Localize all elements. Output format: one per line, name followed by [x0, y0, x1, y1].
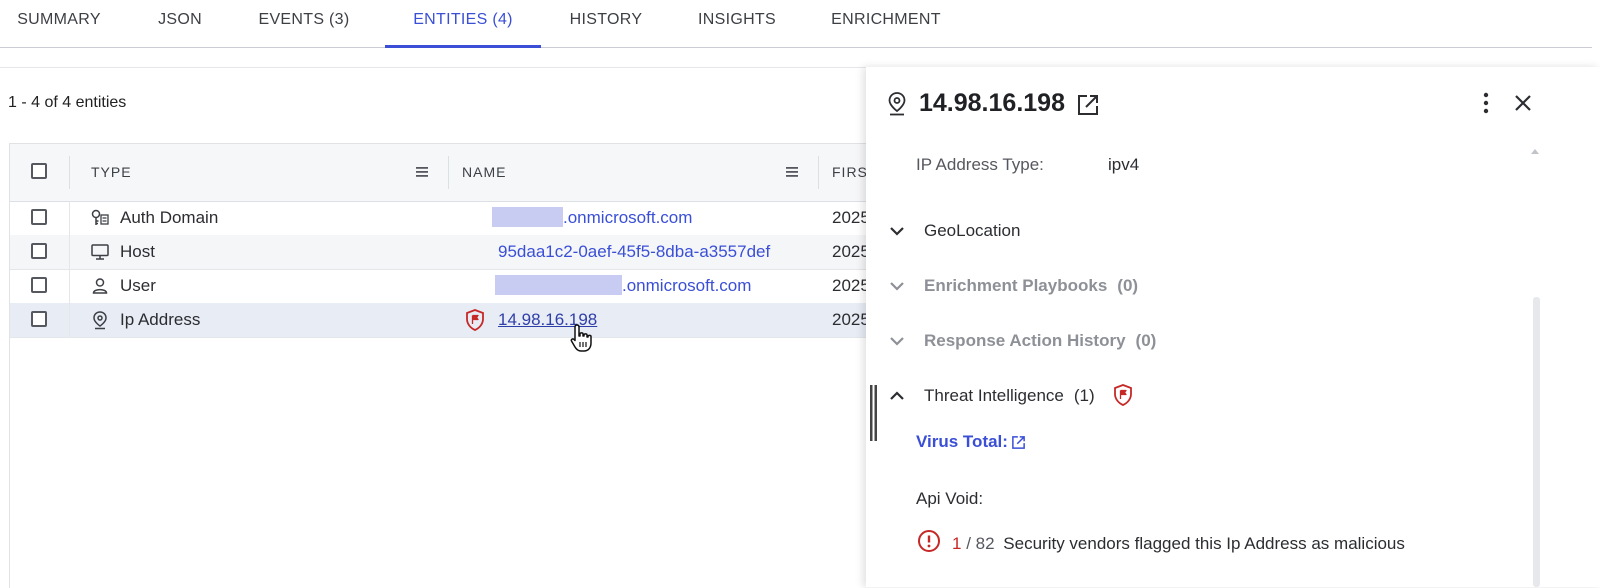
tab-history[interactable]: HISTORY: [569, 0, 643, 46]
column-divider: [69, 201, 70, 337]
table-row[interactable]: Ip Address 14.98.16.198 2025: [10, 303, 881, 352]
location-pin-icon: [888, 92, 906, 116]
column-menu-icon[interactable]: [415, 165, 429, 179]
flag-total: / 82: [966, 534, 995, 553]
table-row[interactable]: User .onmicrosoft.com 2025: [10, 269, 881, 304]
threat-shield-icon: [1114, 384, 1132, 406]
section-label: Enrichment Playbooks (0): [924, 276, 1139, 295]
chevron-down-icon: [890, 227, 904, 236]
more-options-icon[interactable]: [1476, 91, 1496, 115]
tab-bar: SUMMARY JSON EVENTS (3) ENTITIES (4) HIS…: [0, 0, 1592, 48]
vendor-flag-result: 1 / 82 Security vendors flagged this Ip …: [952, 534, 1405, 554]
resize-handle[interactable]: [870, 385, 877, 441]
tab-entities[interactable]: ENTITIES (4): [385, 0, 541, 48]
open-external-icon[interactable]: [1011, 435, 1026, 450]
entity-detail-panel: 14.98.16.198 IP Address Type: ipv4 GeoLo…: [866, 67, 1600, 587]
entities-table: TYPE NAME FIRST Auth Domain .onmicrosoft…: [9, 143, 881, 588]
table-row[interactable]: Auth Domain .onmicrosoft.com 2025: [10, 201, 881, 236]
auth-domain-icon: [91, 209, 109, 225]
virus-total-link[interactable]: Virus Total:: [916, 432, 1008, 452]
entity-name-link[interactable]: .onmicrosoft.com: [495, 269, 751, 303]
column-header-type[interactable]: TYPE: [91, 144, 132, 201]
divider: [0, 67, 880, 68]
entity-type-label: User: [120, 276, 156, 295]
panel-title: 14.98.16.198: [919, 89, 1065, 117]
section-response-action-history[interactable]: Response Action History (0): [866, 326, 1546, 356]
entity-type-label: Host: [120, 242, 155, 261]
row-checkbox[interactable]: [31, 209, 47, 225]
select-all-checkbox[interactable]: [31, 163, 47, 179]
pointer-cursor-icon: [570, 324, 592, 352]
entity-type-label: Ip Address: [120, 310, 201, 329]
user-icon: [92, 278, 108, 294]
redacted-text: [495, 275, 622, 296]
close-icon[interactable]: [1512, 92, 1534, 114]
alert-circle-icon: [918, 530, 940, 552]
flag-message: Security vendors flagged this Ip Address…: [1003, 534, 1405, 553]
chevron-down-icon: [890, 337, 904, 346]
tab-enrichment[interactable]: ENRICHMENT: [831, 0, 941, 46]
scroll-up-arrow-icon[interactable]: [1530, 147, 1540, 155]
entity-first-seen: 2025: [832, 242, 870, 261]
entity-name-link[interactable]: 95daa1c2-0aef-45f5-8dba-a3557def: [498, 235, 770, 269]
open-external-icon[interactable]: [1076, 93, 1100, 117]
api-void-label: Api Void:: [916, 489, 984, 508]
chevron-up-icon: [890, 391, 904, 400]
entity-first-seen: 2025: [832, 208, 870, 227]
section-geolocation[interactable]: GeoLocation: [866, 216, 1546, 246]
section-label: Threat Intelligence (1): [924, 386, 1095, 405]
column-divider: [69, 156, 70, 189]
ip-type-value: ipv4: [1108, 155, 1140, 174]
section-label: Response Action History (0): [924, 331, 1157, 350]
column-divider: [818, 156, 819, 189]
entity-type-label: Auth Domain: [120, 208, 219, 227]
tab-summary[interactable]: SUMMARY: [17, 0, 101, 46]
row-checkbox[interactable]: [31, 277, 47, 293]
column-divider: [448, 156, 449, 189]
entity-count: 1 - 4 of 4 entities: [8, 94, 127, 111]
column-header-name[interactable]: NAME: [462, 144, 506, 201]
section-label: GeoLocation: [924, 221, 1021, 240]
row-checkbox[interactable]: [31, 243, 47, 259]
row-checkbox[interactable]: [31, 311, 47, 327]
ip-type-label: IP Address Type:: [916, 155, 1044, 174]
scrollbar[interactable]: [1533, 297, 1540, 587]
entity-name-link[interactable]: .onmicrosoft.com: [492, 201, 692, 235]
redacted-text: [492, 207, 563, 228]
section-enrichment-playbooks[interactable]: Enrichment Playbooks (0): [866, 271, 1546, 301]
column-menu-icon[interactable]: [785, 165, 799, 179]
table-row[interactable]: Host 95daa1c2-0aef-45f5-8dba-a3557def 20…: [10, 235, 881, 270]
tab-json[interactable]: JSON: [157, 0, 203, 46]
entity-first-seen: 2025: [832, 276, 870, 295]
flag-count: 1: [952, 534, 962, 553]
table-header: TYPE NAME FIRST: [10, 144, 881, 202]
chevron-down-icon: [890, 282, 904, 291]
location-pin-icon: [93, 311, 107, 330]
threat-shield-icon: [466, 309, 484, 331]
section-threat-intelligence[interactable]: Threat Intelligence (1): [866, 381, 1546, 411]
tab-events[interactable]: EVENTS (3): [258, 0, 350, 46]
tab-insights[interactable]: INSIGHTS: [697, 0, 777, 46]
entity-first-seen: 2025: [832, 310, 870, 329]
monitor-icon: [91, 244, 109, 260]
